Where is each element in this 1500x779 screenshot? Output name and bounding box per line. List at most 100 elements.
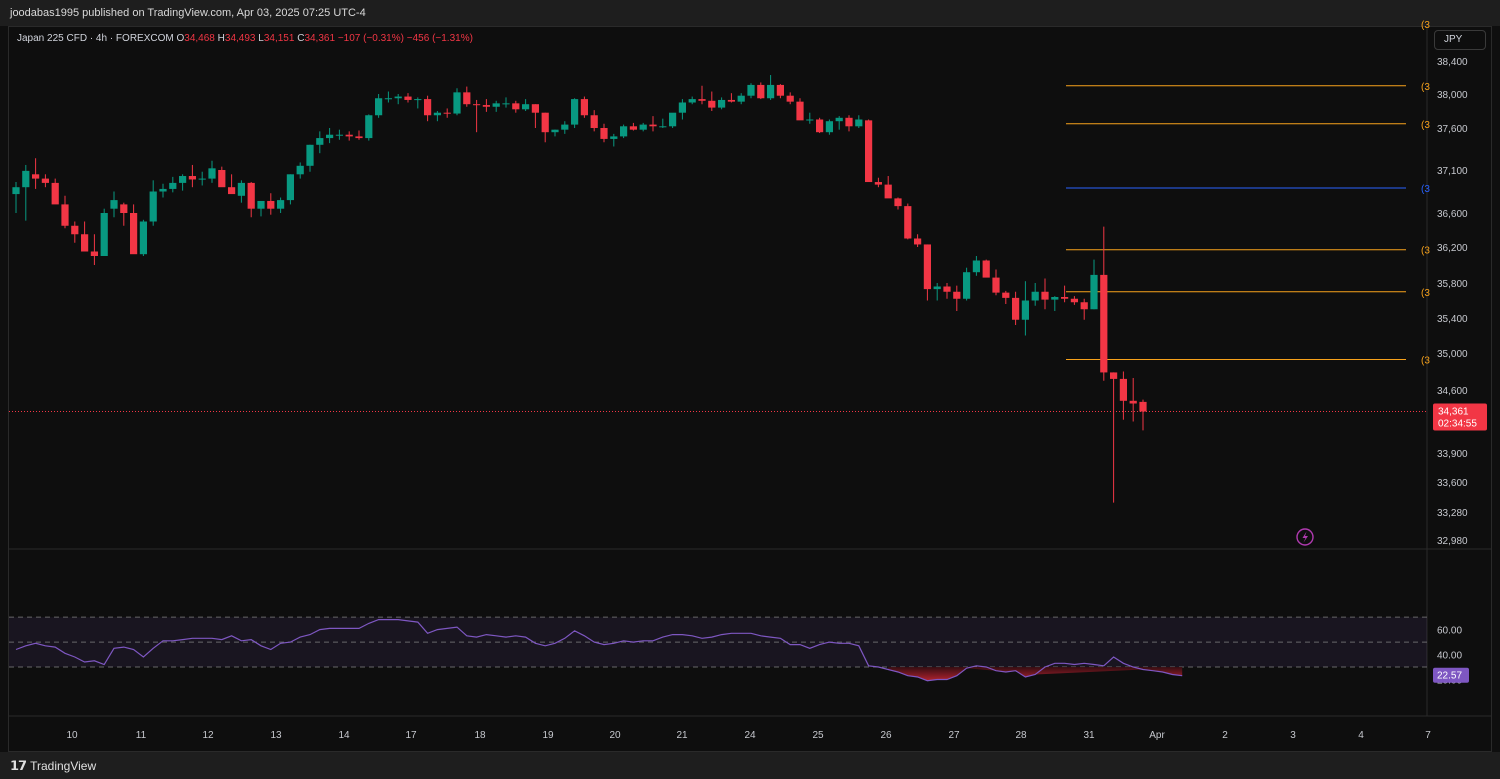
candle-body [90, 251, 98, 256]
candle-body [473, 104, 481, 106]
time-axis-tick: 10 [66, 730, 78, 741]
candle-body [159, 188, 167, 192]
candle-body [767, 84, 775, 99]
candle-body [306, 144, 314, 166]
candle-body [835, 117, 843, 122]
candle-body [247, 182, 255, 209]
candle-body [610, 136, 618, 139]
candle-body [1090, 274, 1098, 310]
candle-body [963, 272, 971, 299]
price-axis-tick: 38,000 [1437, 90, 1468, 101]
symbol-label[interactable]: Japan 225 CFD · 4h · FOREXCOM [17, 33, 174, 44]
price-axis-tick: 35,800 [1437, 279, 1468, 290]
candle-body [1129, 400, 1137, 404]
time-axis-tick: 28 [1015, 730, 1027, 741]
candle-body [933, 286, 941, 290]
candle-body [169, 182, 177, 189]
tradingview-logo[interactable]: 𝟭𝟳 TradingView [10, 758, 96, 774]
candle-body [894, 198, 902, 207]
time-axis-tick: 2 [1222, 730, 1228, 741]
horizontal-level-label: (3 [1421, 82, 1430, 93]
candle-body [649, 124, 657, 127]
time-axis-tick: 18 [474, 730, 486, 741]
candle-body [541, 112, 549, 133]
price-axis-tick: 33,600 [1437, 478, 1468, 489]
candle-body [629, 126, 637, 130]
candle-body [1061, 297, 1069, 299]
candle-body [914, 238, 922, 245]
candle-body [267, 200, 275, 209]
price-axis-tick: 35,400 [1437, 314, 1468, 325]
low-value: 34,151 [263, 33, 295, 44]
candle-body [345, 134, 353, 137]
time-axis-tick: 17 [405, 730, 417, 741]
candle-body [688, 99, 696, 103]
candle-body [482, 105, 490, 107]
candle-body [580, 99, 588, 116]
candle-body [522, 104, 530, 110]
price-axis-tick: 33,280 [1437, 508, 1468, 519]
candle-body [747, 84, 755, 96]
candle-body [130, 213, 138, 255]
candle-body [531, 104, 539, 113]
candle-body [1012, 297, 1020, 320]
candle-body [708, 100, 716, 108]
candle-body [414, 99, 422, 101]
rsi-axis-tick: 40.00 [1437, 651, 1462, 662]
candle-body [208, 168, 216, 179]
candle-body [923, 244, 931, 290]
time-axis-tick: 19 [542, 730, 554, 741]
candle-body [1031, 291, 1039, 301]
candle-body [237, 182, 245, 196]
price-axis-tick: 37,100 [1437, 166, 1468, 177]
time-axis-tick: Apr [1149, 730, 1165, 741]
price-axis-tick: 38,400 [1437, 57, 1468, 68]
currency-button[interactable]: JPY [1434, 30, 1486, 50]
candle-body [375, 98, 383, 116]
price-axis-tick: 34,600 [1437, 386, 1468, 397]
candle-body [502, 103, 510, 105]
time-axis-tick: 13 [270, 730, 282, 741]
candle-body [1139, 401, 1147, 412]
candle-body [453, 92, 461, 114]
candle-body [61, 204, 69, 226]
candle-body [992, 277, 1000, 293]
tradingview-brand: TradingView [30, 759, 97, 773]
chart-canvas[interactable]: 38,400 38,000 37,600 37,100 36,600 36,200 35,8… [0, 0, 1500, 779]
candle-body [786, 95, 794, 102]
candle-body [394, 96, 402, 99]
time-axis-tick: 31 [1083, 730, 1095, 741]
candle-body [1041, 291, 1049, 300]
candle-body [718, 99, 726, 108]
price-axis-tick: 36,600 [1437, 209, 1468, 220]
candle-body [139, 221, 147, 255]
horizontal-level-label: (3 [1421, 20, 1430, 31]
time-axis-tick: 26 [880, 730, 892, 741]
candle-body [825, 121, 833, 133]
price-axis-tick: 35,000 [1437, 349, 1468, 360]
candle-body [551, 129, 559, 133]
ohlc-legend: Japan 225 CFD · 4h · FOREXCOM O34,468 H3… [17, 33, 473, 44]
candle-body [943, 286, 951, 292]
time-axis-tick: 4 [1358, 730, 1364, 741]
candle-body [698, 99, 706, 101]
candle-body [669, 112, 677, 127]
candle-body [424, 99, 432, 116]
time-axis-tick: 3 [1290, 730, 1296, 741]
candle-body [218, 170, 226, 188]
candle-body [639, 124, 647, 130]
candle-body [228, 187, 236, 195]
candle-body [286, 174, 294, 201]
rsi-band [9, 617, 1427, 667]
candle-body [188, 176, 196, 180]
candle-body [335, 134, 343, 136]
candle-body [1119, 378, 1127, 401]
candle-body [1100, 274, 1108, 373]
candle-body [100, 213, 108, 256]
candle-body [600, 128, 608, 139]
high-value: 34,493 [224, 33, 256, 44]
candle-body [865, 120, 873, 183]
horizontal-level-label: (3 [1421, 288, 1430, 299]
candle-body [355, 136, 363, 139]
candle-body [590, 115, 598, 128]
